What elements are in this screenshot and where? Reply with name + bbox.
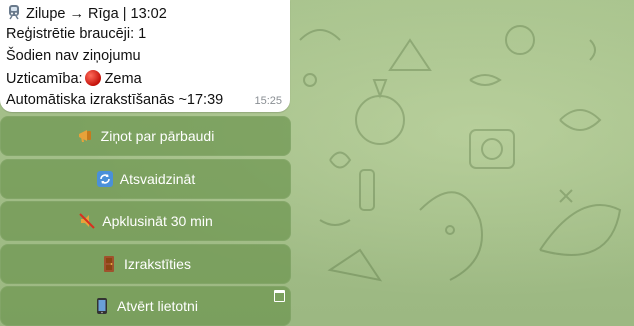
message-time: 15:25 bbox=[254, 95, 282, 107]
auto-checkout: Automātiska izrakstīšanās ~17:39 bbox=[6, 92, 224, 108]
mute-button[interactable]: Apklusināt 30 min bbox=[0, 201, 291, 241]
route-line: Zilupe → Rīga | 13:02 bbox=[6, 4, 167, 22]
refresh-icon bbox=[96, 171, 113, 187]
refresh-label: Atsvaidzināt bbox=[119, 171, 196, 187]
open-app-label: Atvērt lietotni bbox=[117, 298, 198, 314]
checkout-label: Izrakstīties bbox=[124, 256, 191, 272]
report-inspection-button[interactable]: Ziņot par pārbaudi bbox=[0, 116, 291, 156]
phone-icon bbox=[97, 298, 108, 314]
reliability-value: Zema bbox=[104, 71, 142, 87]
door-icon bbox=[104, 256, 115, 272]
message-bubble: Zilupe → Rīga | 13:02 Reģistrētie braucē… bbox=[0, 0, 290, 112]
mute-label: Apklusināt 30 min bbox=[102, 213, 213, 229]
train-icon bbox=[9, 5, 19, 20]
red-circle-icon bbox=[84, 70, 101, 86]
reliability-line: Uzticamība: Zema bbox=[6, 70, 142, 87]
report-inspection-label: Ziņot par pārbaudi bbox=[100, 128, 215, 144]
checkout-button[interactable]: Izrakstīties bbox=[0, 244, 291, 284]
reports-status: Šodien nav ziņojumu bbox=[6, 48, 141, 64]
registered-riders: Reģistrētie braucēji: 1 bbox=[6, 26, 147, 42]
reliability-label: Uzticamība: bbox=[6, 71, 83, 87]
megaphone-icon bbox=[78, 130, 91, 142]
open-app-button[interactable]: Atvērt lietotni bbox=[0, 286, 291, 326]
refresh-button[interactable]: Atsvaidzināt bbox=[0, 159, 291, 199]
open-app-window-icon bbox=[274, 290, 285, 302]
route-text: Zilupe → Rīga | 13:02 bbox=[26, 6, 167, 22]
mute-icon bbox=[79, 213, 95, 229]
